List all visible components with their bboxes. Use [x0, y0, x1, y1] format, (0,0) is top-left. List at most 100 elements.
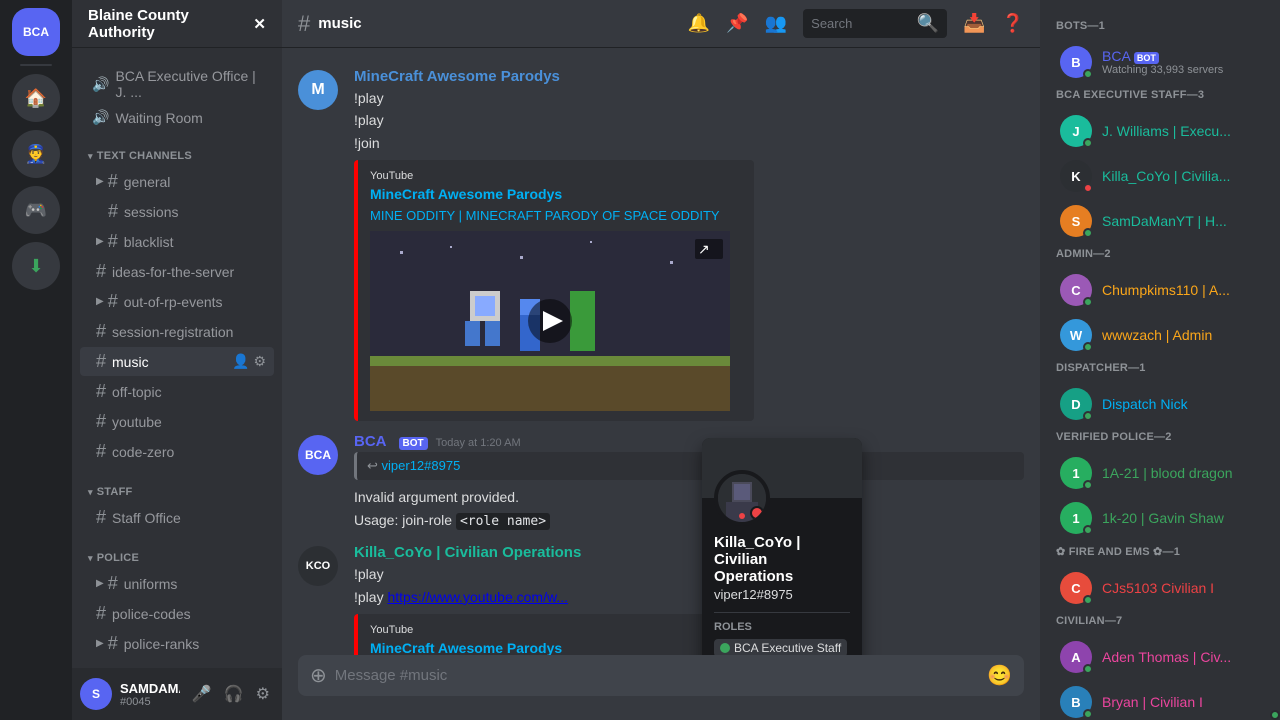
channel-uniforms[interactable]: ▶ # uniforms: [80, 569, 274, 598]
inbox-icon[interactable]: 📥: [963, 13, 985, 34]
channel-code-zero[interactable]: # code-zero: [80, 437, 274, 466]
settings-icon[interactable]: ⚙: [252, 680, 274, 708]
member-section-fire-ems: ✿ FIRE AND EMS ✿—1: [1040, 541, 1280, 562]
server-icon-2[interactable]: 👮: [12, 130, 60, 178]
emoji-icon[interactable]: 😊: [987, 663, 1012, 688]
add-member-icon[interactable]: 👤: [249, 383, 266, 400]
channel-music[interactable]: # music 👤 ⚙: [80, 347, 274, 376]
server-icon-3[interactable]: 🎮: [12, 186, 60, 234]
member-bryan[interactable]: B Bryan | Civilian I: [1048, 680, 1272, 720]
member-info: Chumpkims110 | A...: [1102, 282, 1264, 298]
message-line-k1: !play: [354, 563, 1024, 585]
arrow-icon: ▾: [88, 553, 93, 564]
hash-icon: #: [96, 351, 106, 372]
speaker-icon: 🔊: [92, 76, 109, 93]
category-staff[interactable]: ▾ STAFF: [72, 482, 282, 502]
member-chumpkims[interactable]: C Chumpkims110 | A...: [1048, 268, 1272, 312]
message-author-3[interactable]: Killa_CoYo | Civilian Operations: [354, 544, 581, 561]
message-input-area: ⊕ 😊: [282, 655, 1040, 720]
mic-icon[interactable]: 🎤: [188, 680, 216, 708]
message-author-2[interactable]: BCA: [354, 433, 387, 450]
arrow-icon: ▾: [88, 151, 93, 162]
expand-icon: ▶: [96, 236, 104, 247]
server-icon-download[interactable]: ⬇: [12, 242, 60, 290]
channel-ideas[interactable]: # ideas-for-the-server: [80, 257, 274, 286]
channel-out-of-rp[interactable]: ▶ # out-of-rp-events: [80, 287, 274, 316]
embed-title[interactable]: MineCraft Awesome Parodys: [370, 186, 742, 202]
member-samdaman[interactable]: S SamDaManYT | H...: [1048, 199, 1272, 243]
channel-sidebar: Blaine County Authority ✕ 🔊 BCA Executiv…: [72, 0, 282, 720]
category-text-channels[interactable]: ▾ TEXT CHANNELS: [72, 146, 282, 166]
member-info: SamDaManYT | H...: [1102, 213, 1264, 229]
add-member-icon[interactable]: 👤: [232, 353, 249, 370]
channel-name: general: [124, 174, 171, 190]
channel-sessions[interactable]: # sessions: [80, 197, 274, 226]
channel-youtube[interactable]: # youtube: [80, 407, 274, 436]
member-1a21[interactable]: 1 1A-21 | blood dragon: [1048, 451, 1272, 495]
message-line-2: !play: [354, 109, 1024, 131]
voice-section-top: 🔊 BCA Executive Office | J. ... 🔊 Waitin…: [72, 64, 282, 130]
status-dot-dnd: [1083, 183, 1093, 193]
pin-icon[interactable]: 📌: [726, 13, 748, 34]
channel-waiting-room[interactable]: 🔊 Waiting Room: [80, 105, 274, 130]
member-cjs5103[interactable]: C CJs5103 Civilian I: [1048, 566, 1272, 610]
search-box[interactable]: 🔍: [803, 9, 947, 38]
channel-name: sessions: [124, 204, 178, 220]
channel-session-reg[interactable]: # session-registration: [80, 317, 274, 346]
bell-icon[interactable]: 🔔: [688, 13, 710, 34]
channel-general[interactable]: ▶ # general: [80, 167, 274, 196]
avatar-killa[interactable]: KCO: [298, 546, 338, 586]
member-jwilliams[interactable]: J J. Williams | Execu...: [1048, 109, 1272, 153]
member-1k20[interactable]: 1 1k-20 | Gavin Shaw: [1048, 496, 1272, 540]
server-icon-bca[interactable]: BCA: [12, 8, 60, 56]
category-police[interactable]: ▾ POLICE: [72, 548, 282, 568]
expand-icon: ▶: [96, 638, 104, 649]
settings-icon[interactable]: ⚙: [253, 353, 266, 370]
channel-police-codes[interactable]: # police-codes: [80, 599, 274, 628]
member-aden[interactable]: A Aden Thomas | Civ...: [1048, 635, 1272, 679]
expand-icon: ▶: [96, 176, 104, 187]
server-list: BCA 🏠 👮 🎮 ⬇: [0, 0, 72, 720]
member-info: J. Williams | Execu...: [1102, 123, 1264, 139]
channel-bca-executive[interactable]: 🔊 BCA Executive Office | J. ...: [80, 64, 274, 104]
member-avatar: A: [1060, 641, 1092, 673]
channel-header: # music 🔔 📌 👥 🔍 📥 ❓: [282, 0, 1040, 48]
message-author-1[interactable]: MineCraft Awesome Parodys: [354, 68, 560, 85]
hash-icon: #: [96, 507, 106, 528]
header-toolbar: 🔔 📌 👥 🔍 📥 ❓: [688, 9, 1024, 38]
avatar-bca[interactable]: BCA: [298, 435, 338, 475]
member-section-bots: BOTS—1: [1040, 16, 1280, 36]
search-icon: 🔍: [917, 13, 939, 34]
hash-icon: #: [108, 231, 118, 252]
member-killa[interactable]: K Killa_CoYo | Civilia...: [1048, 154, 1272, 198]
member-dispatch-nick[interactable]: D Dispatch Nick: [1048, 382, 1272, 426]
help-icon[interactable]: ❓: [1002, 13, 1024, 34]
member-wwwzach[interactable]: W wwwzach | Admin: [1048, 313, 1272, 357]
message-input[interactable]: [335, 656, 979, 695]
message-group-2: BCA BCA BOT Today at 1:20 AM ↩ viper12#8…: [282, 429, 1040, 536]
embed-subtitle[interactable]: MINE ODDITY | MINECRAFT PARODY OF SPACE …: [370, 208, 742, 223]
search-input[interactable]: [811, 16, 911, 31]
members-icon[interactable]: 👥: [765, 13, 787, 34]
member-bca-bot[interactable]: B BCA BOT Watching 33,993 servers: [1048, 40, 1272, 84]
channel-police-ranks[interactable]: ▶ # police-ranks: [80, 629, 274, 658]
avatar-minecraft[interactable]: M: [298, 70, 338, 110]
police-section: ▾ POLICE ▶ # uniforms # police-codes ▶ #…: [72, 548, 282, 658]
expand-icon: ▶: [96, 296, 104, 307]
video-thumbnail-1[interactable]: ↗: [370, 231, 730, 411]
user-avatar[interactable]: S: [80, 678, 112, 710]
channel-staff-office[interactable]: # Staff Office: [80, 503, 274, 532]
server-header[interactable]: Blaine County Authority ✕: [72, 0, 282, 48]
channel-off-topic[interactable]: # off-topic 👤: [80, 377, 274, 406]
headphone-icon[interactable]: 🎧: [220, 680, 248, 708]
message-line-1: !play: [354, 87, 1024, 109]
code-span: <role name>: [456, 513, 550, 530]
server-icon-1[interactable]: 🏠: [12, 74, 60, 122]
youtube-link[interactable]: https://www.youtube.com/w...: [387, 589, 568, 605]
expand-icon: ▶: [96, 578, 104, 589]
embed-title-2[interactable]: MineCraft Awesome Parodys: [370, 640, 752, 655]
message-line-3: !join: [354, 132, 1024, 154]
reply-author[interactable]: viper12#8975: [382, 458, 461, 473]
attach-icon[interactable]: ⊕: [310, 655, 327, 696]
channel-blacklist[interactable]: ▶ # blacklist: [80, 227, 274, 256]
